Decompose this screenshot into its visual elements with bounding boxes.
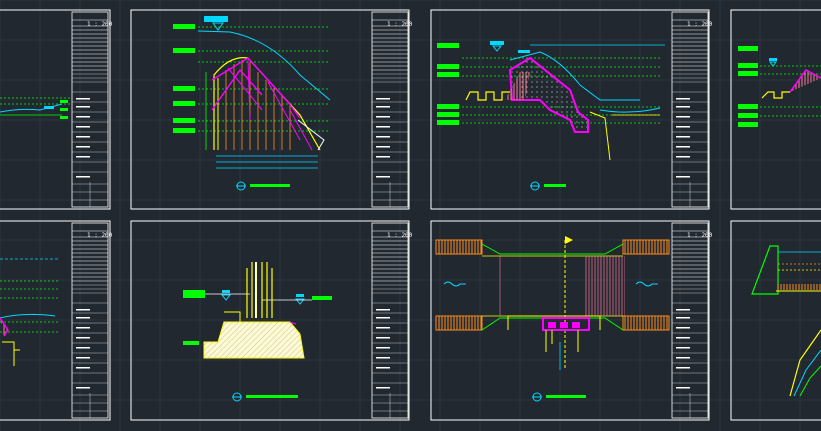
flow-arrow-icon — [635, 281, 658, 287]
section-partial-drawing[interactable] — [0, 258, 60, 366]
sheet-scale-label: 1 : 200 — [687, 21, 713, 28]
water-level-icon — [491, 45, 503, 52]
sheet-scale-label: 1 : 200 — [387, 232, 413, 239]
plan-partial-drawing[interactable] — [0, 97, 70, 119]
channel-plan-drawing[interactable] — [435, 236, 670, 402]
gate-foundation-drawing[interactable] — [183, 262, 332, 402]
sheet-scale-label: 1 : 200 — [87, 232, 113, 239]
spillway-section-drawing[interactable] — [173, 16, 331, 191]
model-space-grid — [0, 0, 821, 431]
title-block: 1 : 200 — [671, 11, 713, 208]
wall-section-partial-drawing[interactable] — [751, 245, 821, 397]
water-level-icon — [212, 22, 224, 31]
title-block: 1 : 200 — [371, 11, 413, 208]
sheet-scale-label: 1 : 200 — [687, 232, 713, 239]
flow-arrow-icon — [443, 281, 466, 287]
title-block: 1 : 200 — [71, 11, 113, 208]
sheet-scale-label: 1 : 200 — [387, 21, 413, 28]
cad-model-space[interactable]: 1 : 200 1 : 200 1 : 200 1 : 200 1 : 200 1 : 2… — [0, 0, 821, 431]
weir-profile-partial-drawing[interactable] — [738, 46, 821, 127]
water-level-icon — [204, 16, 228, 22]
drawing-sheets: 1 : 200 1 : 200 1 : 200 1 : 200 1 : 200 1 : 2… — [0, 9, 821, 421]
sheet-scale-label: 1 : 200 — [87, 21, 113, 28]
weir-profile-drawing[interactable] — [437, 41, 665, 191]
water-level-icon — [220, 294, 232, 301]
